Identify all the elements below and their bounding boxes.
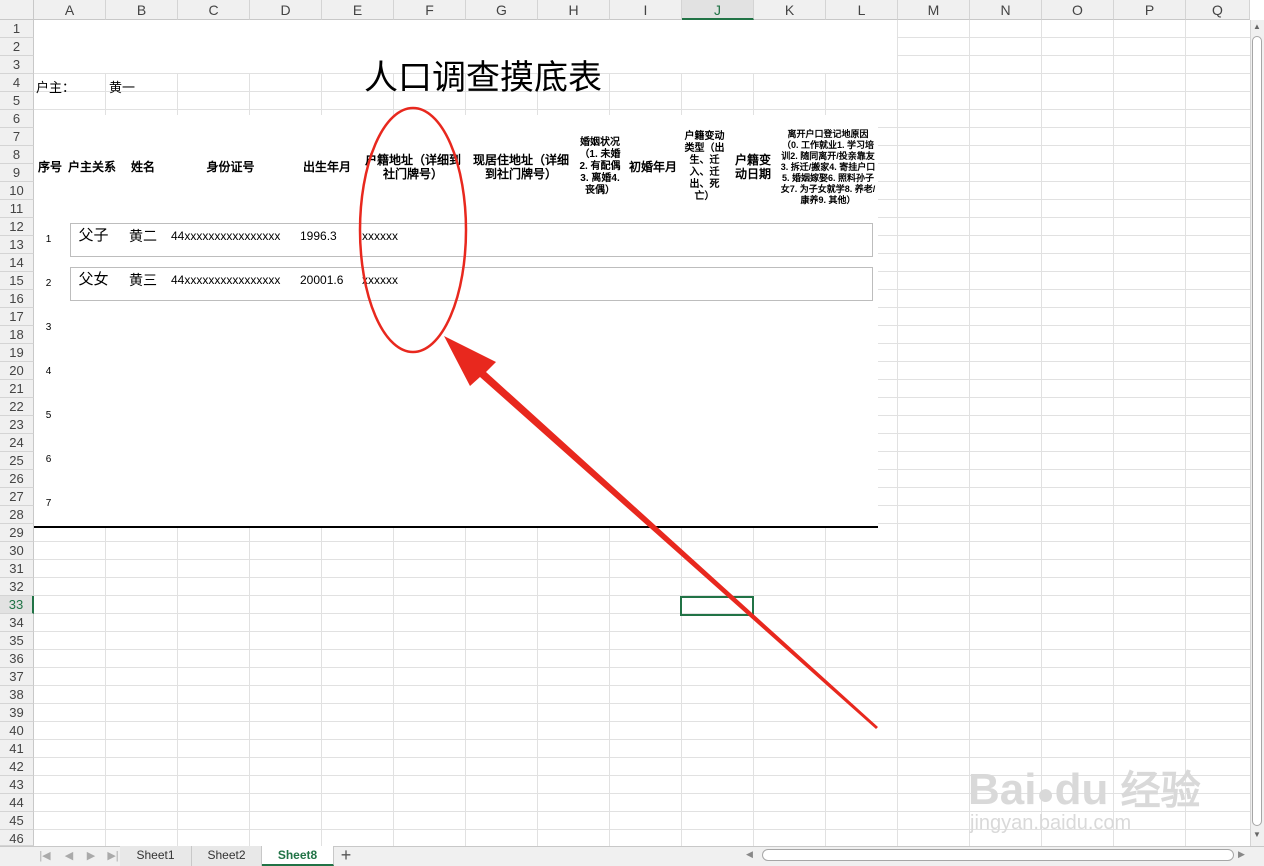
scroll-up-icon[interactable]: ▲ xyxy=(1252,22,1262,32)
annotation-overlay xyxy=(358,106,878,729)
watermark-logo: Bai●du 经验 xyxy=(968,758,1201,816)
red-arrow xyxy=(444,336,878,729)
tab-sheet2[interactable]: Sheet2 xyxy=(192,846,262,866)
watermark-url: jingyan.baidu.com xyxy=(970,812,1132,834)
watermark-cn: 经验 xyxy=(1120,769,1201,813)
paw-icon: ● xyxy=(1036,778,1055,811)
prev-sheet-icon[interactable]: ◀ xyxy=(58,846,80,866)
hscroll-right-icon[interactable]: ▶ xyxy=(1238,849,1248,861)
hscroll-left-icon[interactable]: ◀ xyxy=(746,849,756,861)
first-sheet-icon[interactable]: |◀ xyxy=(34,846,56,866)
scroll-down-icon[interactable]: ▼ xyxy=(1252,830,1262,840)
highlight-circle xyxy=(358,106,468,354)
tab-sheet1[interactable]: Sheet1 xyxy=(120,846,192,866)
watermark-brand2: du xyxy=(1054,765,1109,814)
vertical-scroll-thumb[interactable] xyxy=(1252,36,1262,826)
watermark-brand: Bai xyxy=(968,765,1037,814)
tab-sheet8[interactable]: Sheet8 xyxy=(262,846,334,866)
next-sheet-icon[interactable]: ▶ xyxy=(80,846,102,866)
horizontal-scrollbar[interactable] xyxy=(762,849,1234,861)
add-sheet-button[interactable]: + xyxy=(336,845,356,865)
